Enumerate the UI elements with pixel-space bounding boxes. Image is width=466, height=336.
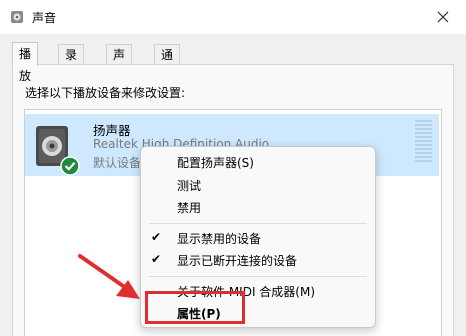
instruction-text: 选择以下播放设备来修改设置: — [25, 86, 186, 100]
menu-item-show-disabled-devices[interactable]: 显示禁用的设备 — [177, 230, 261, 247]
checkmark-icon: ✔ — [151, 252, 162, 266]
menu-item-disable[interactable]: 禁用 — [177, 199, 201, 216]
checkmark-icon: ✔ — [151, 230, 162, 244]
close-icon — [437, 11, 449, 23]
highlight-box — [145, 291, 245, 324]
speaker-app-icon — [11, 11, 23, 23]
tab-playback[interactable]: 播放 — [12, 42, 39, 83]
menu-item-show-disconnected-devices[interactable]: 显示已断开连接的设备 — [177, 252, 297, 269]
tab-communications[interactable]: 通信 — [154, 44, 181, 82]
tab-sounds[interactable]: 声音 — [106, 44, 133, 82]
menu-separator — [149, 276, 367, 277]
volume-meter — [415, 120, 432, 164]
title-bar: 声音 — [0, 0, 466, 34]
window-title: 声音 — [32, 11, 57, 25]
menu-item-configure-speakers[interactable]: 配置扬声器(S) — [177, 154, 254, 171]
tab-recording[interactable]: 录制 — [58, 44, 85, 82]
menu-item-test[interactable]: 测试 — [177, 177, 201, 194]
speaker-device-icon — [36, 126, 80, 176]
close-button[interactable] — [420, 0, 466, 34]
menu-separator — [149, 223, 367, 224]
device-status: 默认设备 — [93, 156, 142, 170]
red-arrow-icon — [78, 254, 140, 299]
